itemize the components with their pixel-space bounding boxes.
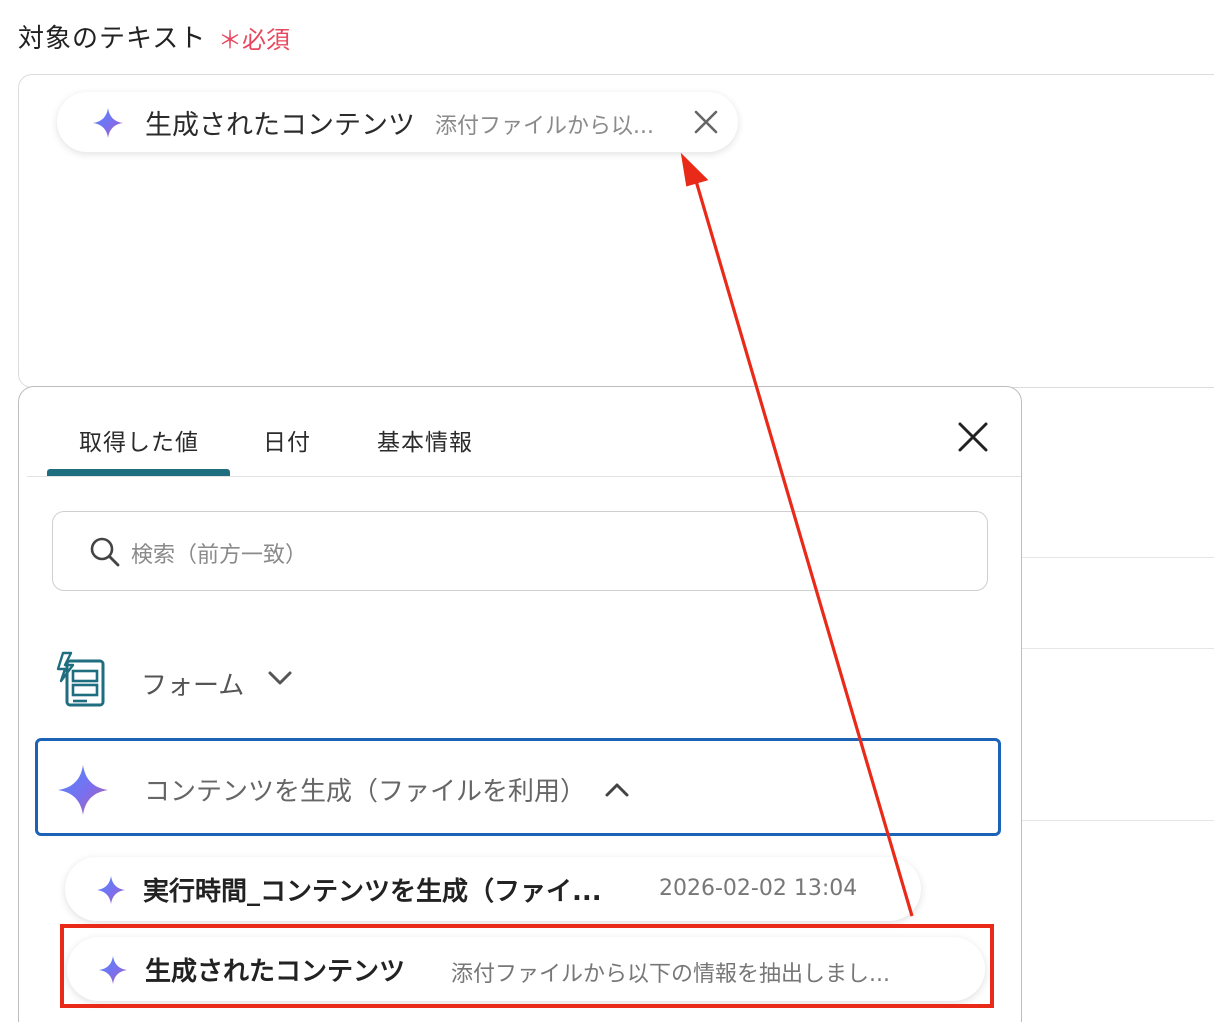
page: 対象のテキスト ＊必須 生成されたコンテンツ 添付ファイルから以... 取得した… [0, 0, 1214, 1022]
annotation-arrow [680, 152, 914, 917]
